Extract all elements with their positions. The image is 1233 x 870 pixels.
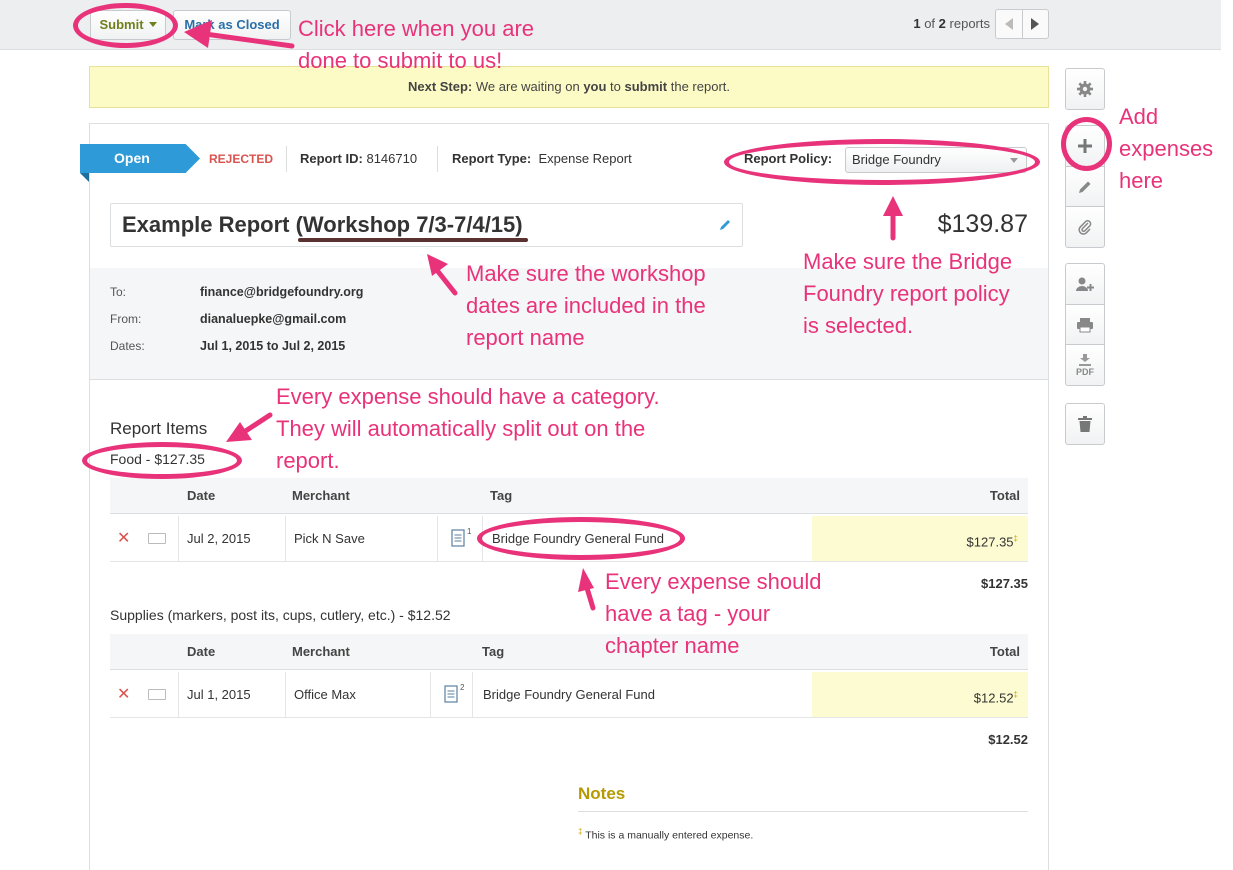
expense-date: Jul 2, 2015 xyxy=(187,531,251,546)
from-value: dianaluepke@gmail.com xyxy=(200,312,347,326)
print-button[interactable] xyxy=(1065,304,1105,345)
share-user-button[interactable] xyxy=(1065,263,1105,305)
edit-button[interactable] xyxy=(1065,166,1105,207)
annotation-ring-policy xyxy=(724,139,1040,185)
top-toolbar: Submit Mark as Closed 1 of 2 reports xyxy=(0,0,1221,50)
mark-as-closed-button[interactable]: Mark as Closed xyxy=(173,10,291,40)
row-divider xyxy=(178,516,179,561)
expense-merchant: Office Max xyxy=(294,687,356,702)
category-title-supplies: Supplies (markers, post its, cups, cutle… xyxy=(110,607,451,623)
row-divider xyxy=(285,672,286,717)
from-label: From: xyxy=(110,312,142,326)
expense-tag: Bridge Foundry General Fund xyxy=(483,687,655,702)
notes-title: Notes xyxy=(578,784,626,803)
download-pdf-button[interactable]: PDF xyxy=(1065,344,1105,386)
row-divider xyxy=(437,516,438,561)
pencil-icon[interactable] xyxy=(718,218,732,232)
annotation-category: Every expense should have a category. The… xyxy=(276,384,660,473)
header-tag: Tag xyxy=(482,644,505,659)
report-total-amount: $139.87 xyxy=(937,210,1028,238)
annotation-ring-add xyxy=(1061,117,1112,171)
report-id: Report ID: 8146710 xyxy=(300,151,418,166)
rejected-label: REJECTED xyxy=(209,152,274,166)
report-items-title: Report Items xyxy=(110,419,208,438)
pager-label: 1 of 2 reports xyxy=(913,16,990,31)
header-total: Total xyxy=(989,488,1020,503)
expense-date: Jul 1, 2015 xyxy=(187,687,251,702)
to-value: finance@bridgefoundry.org xyxy=(200,285,364,299)
printer-icon xyxy=(1077,317,1093,332)
receipt-count: 2 xyxy=(460,683,465,692)
chevron-right-icon xyxy=(1031,18,1040,30)
annotation-policy: Make sure the Bridge Foundry report polic… xyxy=(803,249,1013,338)
status-badge: Open xyxy=(80,144,200,173)
category-subtotal: $127.35 xyxy=(981,576,1028,591)
header-tag: Tag xyxy=(490,488,513,503)
delete-icon[interactable]: ✕ xyxy=(117,516,130,561)
annotation-ring-category xyxy=(82,442,242,479)
pencil-icon xyxy=(1079,181,1091,193)
category-subtotal: $12.52 xyxy=(988,732,1028,747)
receipt-icon[interactable] xyxy=(444,685,458,703)
trash-icon xyxy=(1078,416,1092,432)
delete-icon[interactable]: ✕ xyxy=(117,672,130,717)
annotation-ring-submit xyxy=(73,3,178,48)
receipt-icon[interactable] xyxy=(451,529,465,547)
attach-button[interactable] xyxy=(1065,206,1105,248)
next-report-button[interactable] xyxy=(1023,10,1049,38)
header-merchant: Merchant xyxy=(292,644,350,659)
expense-total: $12.52‡ xyxy=(812,672,1028,717)
add-user-icon xyxy=(1076,277,1094,291)
annotation-tag: Every expense should have a tag - your cha… xyxy=(605,569,822,658)
previous-report-button[interactable] xyxy=(996,10,1023,38)
pager-buttons xyxy=(995,9,1049,39)
expense-total: $127.35‡ xyxy=(812,516,1028,561)
header-divider xyxy=(437,146,438,172)
row-divider xyxy=(430,672,431,717)
dates-value: Jul 1, 2015 to Jul 2, 2015 xyxy=(200,339,346,353)
annotation-workshop: Make sure the workshop dates are included… xyxy=(466,261,706,350)
table-header: Date Merchant Tag Total xyxy=(110,634,1028,670)
settings-button[interactable] xyxy=(1065,68,1105,110)
receipt-count: 1 xyxy=(467,527,472,536)
to-label: To: xyxy=(110,285,127,299)
dates-label: Dates: xyxy=(110,339,145,353)
chevron-left-icon xyxy=(1004,18,1013,30)
paperclip-icon xyxy=(1078,220,1092,235)
header-date: Date xyxy=(187,644,216,659)
expense-merchant: Pick N Save xyxy=(294,531,365,546)
annotation-submit: Click here when you are done to submit to… xyxy=(298,16,535,73)
delete-report-button[interactable] xyxy=(1065,403,1105,445)
next-step-banner: Next Step: We are waiting on you to subm… xyxy=(89,66,1049,108)
annotation-add: Add expenses here xyxy=(1119,104,1214,193)
row-divider xyxy=(285,516,286,561)
header-divider xyxy=(286,146,287,172)
annotation-ring-tag xyxy=(477,517,685,560)
row-divider xyxy=(472,672,473,717)
notes-divider xyxy=(578,811,1028,812)
report-type: Report Type: Expense Report xyxy=(452,151,632,166)
gear-icon xyxy=(1077,81,1093,97)
header-date: Date xyxy=(187,488,216,503)
header-total: Total xyxy=(989,644,1020,659)
notes-text: ‡ This is a manually entered expense. xyxy=(578,827,754,842)
row-divider xyxy=(178,672,179,717)
download-icon xyxy=(1079,353,1091,366)
status-badge-fold xyxy=(80,173,89,182)
table-row[interactable]: ✕ Jul 1, 2015 Office Max 2 Bridge Foundr… xyxy=(110,672,1028,718)
cash-icon xyxy=(148,533,166,544)
cash-icon xyxy=(148,689,166,700)
table-header: Date Merchant Tag Total xyxy=(110,478,1028,514)
pdf-label: PDF xyxy=(1076,366,1094,377)
header-merchant: Merchant xyxy=(292,488,350,503)
title-underline-annotation xyxy=(298,238,528,242)
